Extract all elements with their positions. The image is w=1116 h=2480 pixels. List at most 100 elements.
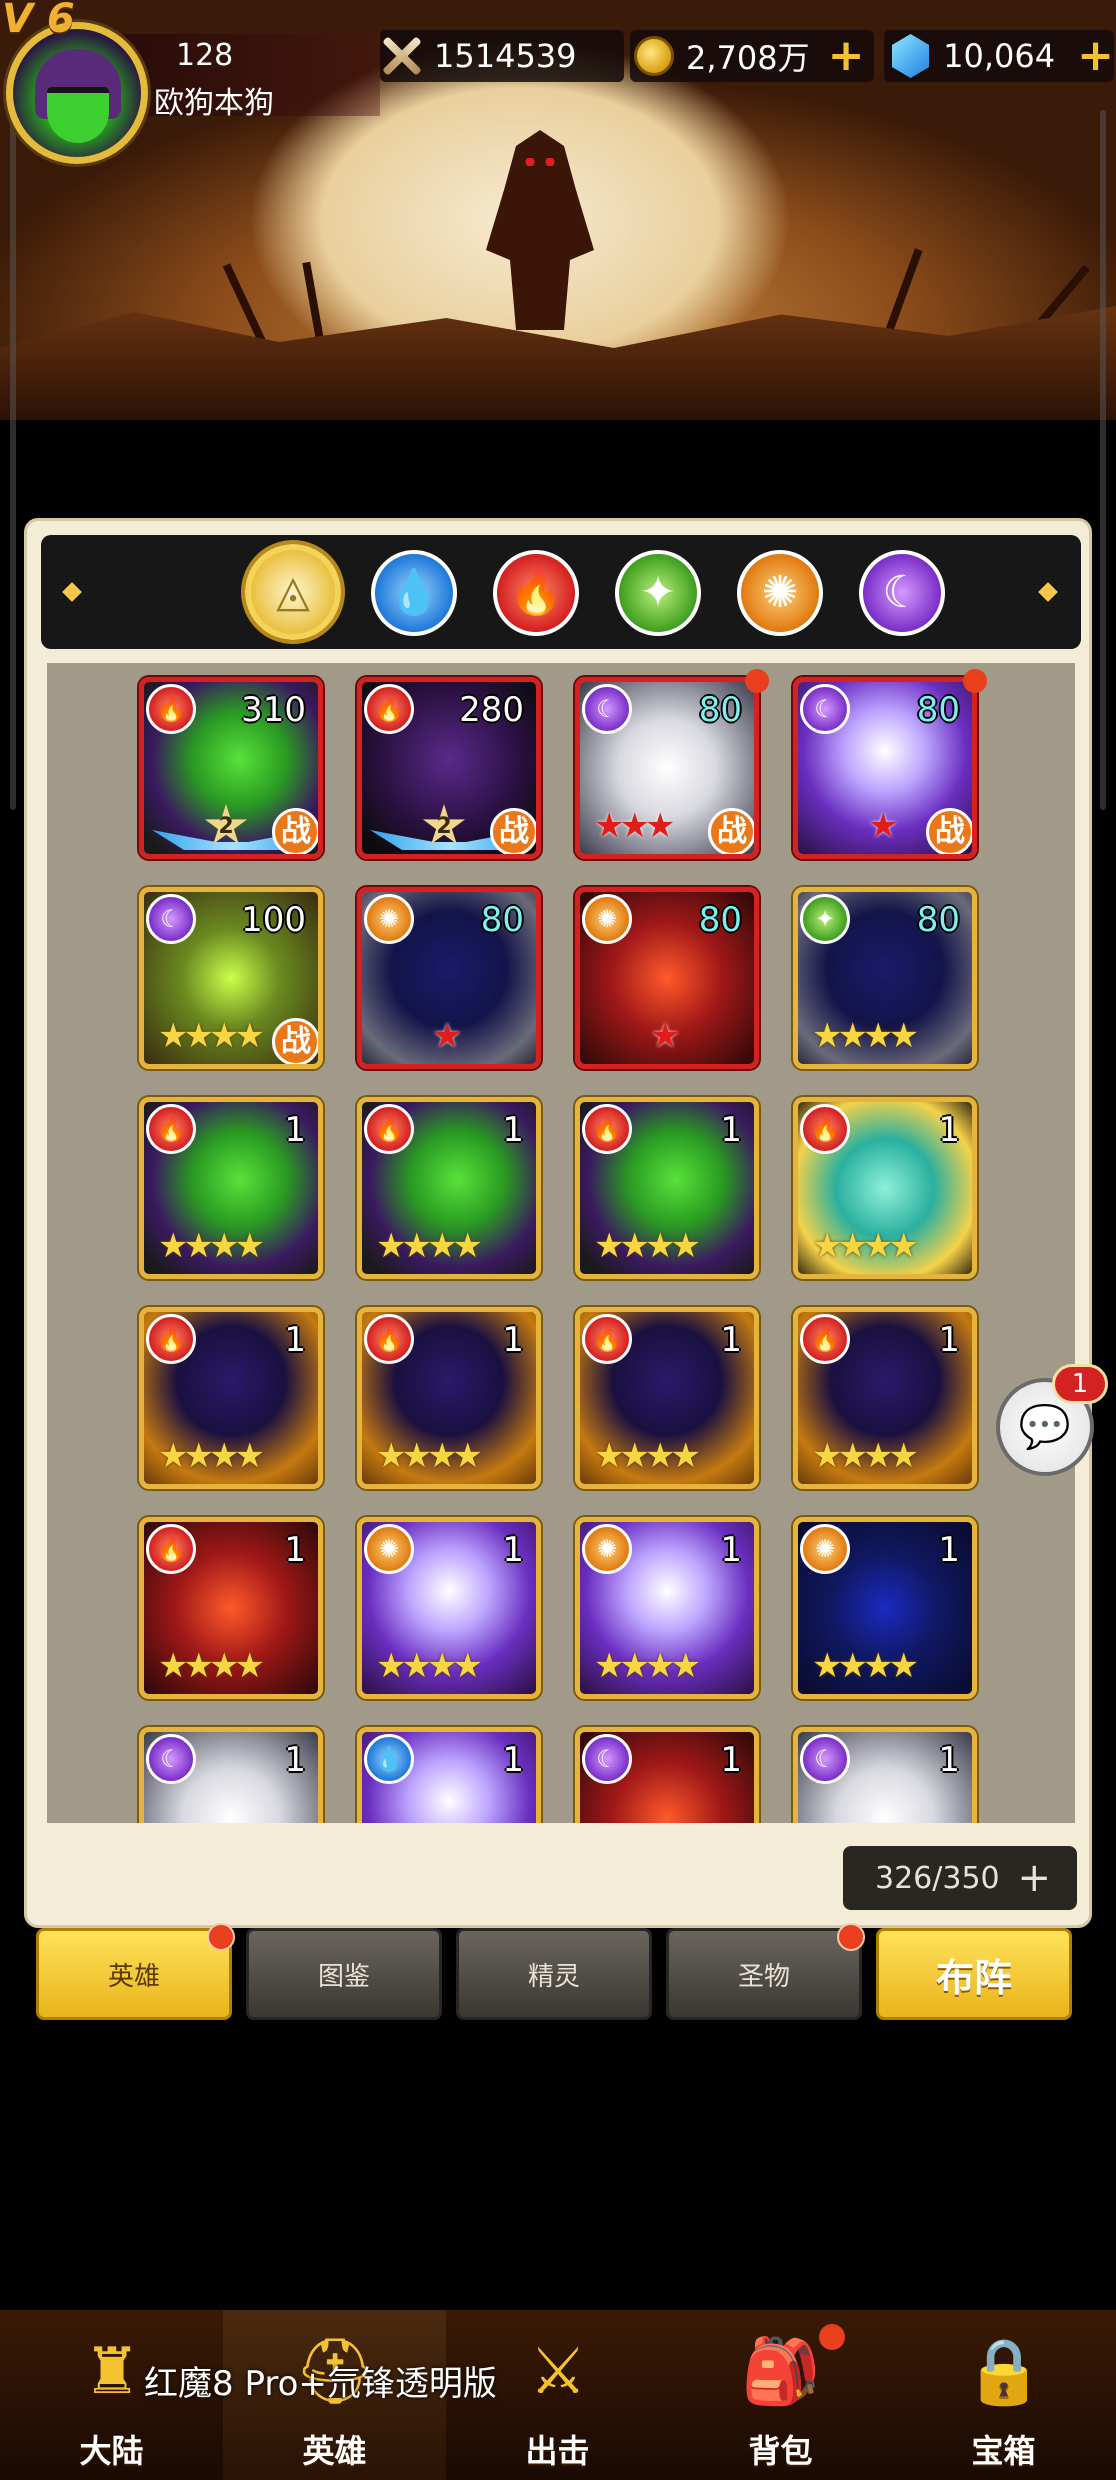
hero-card-slot: ☾ 1 (139, 1727, 323, 1823)
gold-value: 2,708万 (686, 39, 810, 77)
add-gems-button[interactable]: + (1077, 34, 1114, 78)
hero-card[interactable]: 🔥 1 ★★★★ (357, 1307, 541, 1489)
in-battle-badge: 战 (708, 808, 754, 854)
filter-sun-button[interactable]: ✺ (737, 550, 823, 636)
hero-card[interactable]: 🔥 1 ★★★★ (793, 1307, 977, 1489)
hero-card[interactable]: 🔥 1 ★★★★ (575, 1307, 759, 1489)
hero-card[interactable]: ✺ 1 ★★★★ (575, 1517, 759, 1699)
fire-element-icon: 🔥 (800, 1104, 850, 1154)
hero-card[interactable]: 🔥 1 ★★★★ (139, 1517, 323, 1699)
hero-card[interactable]: 🔥 1 ★★★★ (139, 1307, 323, 1489)
player-level: 128 (176, 38, 234, 73)
tab-spirits-label: 精灵 (527, 1961, 580, 1992)
hero-card-slot: 🔥 1 ★★★★ (139, 1517, 323, 1699)
hero-card[interactable]: ☾ 1 (793, 1727, 977, 1823)
hero-card-slot: ☾ 80 ★★★ 战 (575, 669, 769, 859)
hero-card[interactable]: 💧 1 (357, 1727, 541, 1823)
water-element-icon: 💧 (364, 1734, 414, 1784)
fire-element-icon: 🔥 (364, 1314, 414, 1364)
hero-card[interactable]: ✺ 80 ★ (575, 887, 759, 1069)
hero-sub-tabs: 英雄 图鉴 精灵 圣物 布阵 (0, 1923, 1116, 2028)
filter-wind-button[interactable]: ✦ (615, 550, 701, 636)
moon-element-icon: ☾ (582, 684, 632, 734)
tab-relics[interactable]: 圣物 (666, 1923, 865, 2020)
hero-card-slot: ☾ 100 ★★★★ 战 (139, 887, 323, 1069)
hero-card[interactable]: ✺ 1 ★★★★ (793, 1517, 977, 1699)
hero-card-slot: 🔥 310 2 战 (139, 677, 323, 859)
hero-grid[interactable]: 🔥 310 2 战 🔥 280 2 战 ☾ 80 ★★★ 战 ☾ 80 ★ 战 ☾ 100 ★★★★ 战 ✺ 80 ★ ✺ 80… (47, 663, 1075, 1823)
lineup-button[interactable]: 布阵 (876, 1928, 1072, 2020)
tab-heroes[interactable]: 英雄 (36, 1923, 235, 2020)
add-gold-button[interactable]: + (828, 34, 865, 78)
fire-element-icon: 🔥 (146, 1104, 196, 1154)
sun-element-icon: ✺ (582, 1524, 632, 1574)
tab-spirits[interactable]: 精灵 (456, 1928, 652, 2020)
hero-card[interactable]: 🔥 1 ★★★★ (793, 1097, 977, 1279)
hero-level: 1 (938, 1320, 960, 1360)
hero-card[interactable]: 🔥 1 ★★★★ (139, 1097, 323, 1279)
hero-card[interactable]: 🔥 1 ★★★★ (575, 1097, 759, 1279)
hero-star-rating: ★★★★ (158, 1646, 265, 1686)
hero-card[interactable]: ✦ 80 ★★★★ (793, 887, 977, 1069)
hero-capacity-counter[interactable]: 326/350 + (843, 1846, 1077, 1910)
hero-card[interactable]: ✺ 80 ★ (357, 887, 541, 1069)
tab-codex[interactable]: 图鉴 (246, 1928, 442, 2020)
hero-star-rating: ★★★★ (594, 1226, 701, 1266)
hero-notification-dot (963, 669, 987, 693)
hero-card-slot: 🔥 1 ★★★★ (357, 1307, 541, 1489)
hero-level: 1 (938, 1110, 960, 1150)
in-battle-badge: 战 (272, 808, 318, 854)
hero-level: 80 (916, 900, 960, 940)
hero-level: 80 (698, 900, 742, 940)
hero-star-rating: ★★★★ (812, 1226, 919, 1266)
expand-capacity-button[interactable]: + (1017, 1858, 1051, 1898)
chat-unread-badge: 1 (1052, 1364, 1108, 1404)
fire-element-icon: 🔥 (146, 1524, 196, 1574)
hero-card[interactable]: 🔥 310 2 战 (139, 677, 323, 859)
hero-card-slot: 🔥 1 ★★★★ (575, 1097, 759, 1279)
sun-element-icon: ✺ (364, 894, 414, 944)
hero-level: 1 (502, 1110, 524, 1150)
vip-level[interactable]: V 6 (2, 0, 75, 42)
filter-water-button[interactable]: 💧 (371, 550, 457, 636)
player-avatar[interactable] (6, 22, 148, 164)
hero-star-rating: ★ (650, 1016, 681, 1056)
left-scroll-edge (10, 110, 16, 810)
diamond-ornament-right (1038, 582, 1058, 602)
moon-element-icon: ☾ (582, 1734, 632, 1784)
gem-value: 10,064 (943, 37, 1056, 75)
hero-card[interactable]: 🔥 280 2 战 (357, 677, 541, 859)
hero-card-slot: 🔥 1 ★★★★ (793, 1307, 977, 1489)
power-display: 1514539 (380, 30, 624, 82)
hero-card[interactable]: ☾ 1 (575, 1727, 759, 1823)
hero-card-slot: 🔥 1 ★★★★ (575, 1307, 759, 1489)
nav-label: 出击 (525, 2432, 590, 2470)
hero-card[interactable]: ☾ 80 ★ 战 (793, 677, 977, 859)
moon-element-icon: ☾ (800, 684, 850, 734)
hero-level: 1 (284, 1110, 306, 1150)
right-scroll-edge (1100, 110, 1106, 810)
power-value: 1514539 (434, 37, 577, 75)
hero-card-slot: 🔥 1 ★★★★ (793, 1097, 977, 1279)
hero-star-rating: ★★★★ (594, 1646, 701, 1686)
hero-card[interactable]: ☾ 80 ★★★ 战 (575, 677, 759, 859)
nav-label: 背包 (748, 2432, 813, 2470)
filter-moon-button[interactable]: ☾ (859, 550, 945, 636)
hero-level: 100 (241, 900, 306, 940)
speech-bubble-icon: 💬 (1018, 1402, 1072, 1451)
tab-heroes-notification-dot (207, 1923, 235, 1951)
hero-card[interactable]: ☾ 100 ★★★★ 战 (139, 887, 323, 1069)
hero-card-slot: ✦ 80 ★★★★ (793, 887, 977, 1069)
filter-fire-button[interactable]: 🔥 (493, 550, 579, 636)
hero-level: 80 (698, 690, 742, 730)
hero-card-slot: ☾ 80 ★ 战 (793, 669, 987, 859)
hero-card[interactable]: 🔥 1 ★★★★ (357, 1097, 541, 1279)
nav-treasure-chest[interactable]: 🔒 宝箱 (892, 2310, 1115, 2480)
hero-level: 1 (720, 1320, 742, 1360)
nav-backpack[interactable]: 🎒 背包 (669, 2310, 892, 2480)
fire-element-icon: 🔥 (146, 1314, 196, 1364)
filter-all-button[interactable]: ◬ (245, 544, 341, 640)
hero-card[interactable]: ✺ 1 ★★★★ (357, 1517, 541, 1699)
hero-card[interactable]: ☾ 1 (139, 1727, 323, 1823)
hero-star-rating: ★★★★ (812, 1016, 919, 1056)
